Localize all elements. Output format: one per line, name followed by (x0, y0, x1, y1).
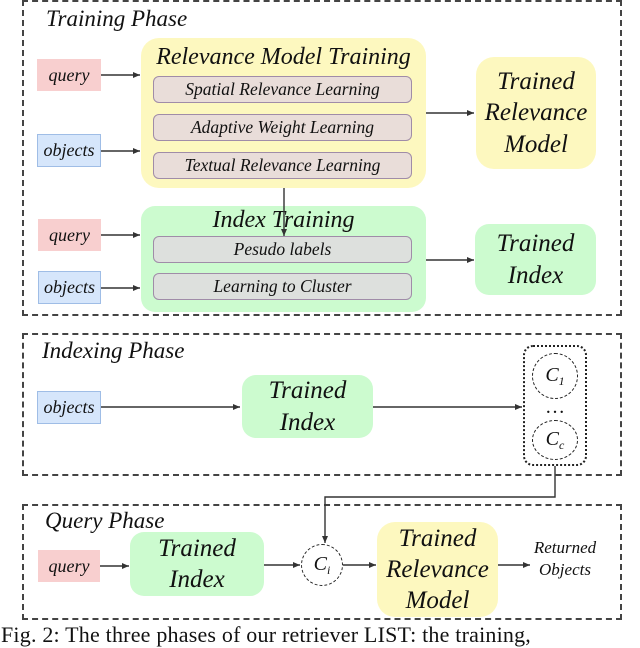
arrow-clusters-to-ci (322, 466, 556, 543)
connector-arrows (100, 72, 556, 569)
figure-caption: Fig. 2: The three phases of our retrieve… (1, 622, 531, 647)
